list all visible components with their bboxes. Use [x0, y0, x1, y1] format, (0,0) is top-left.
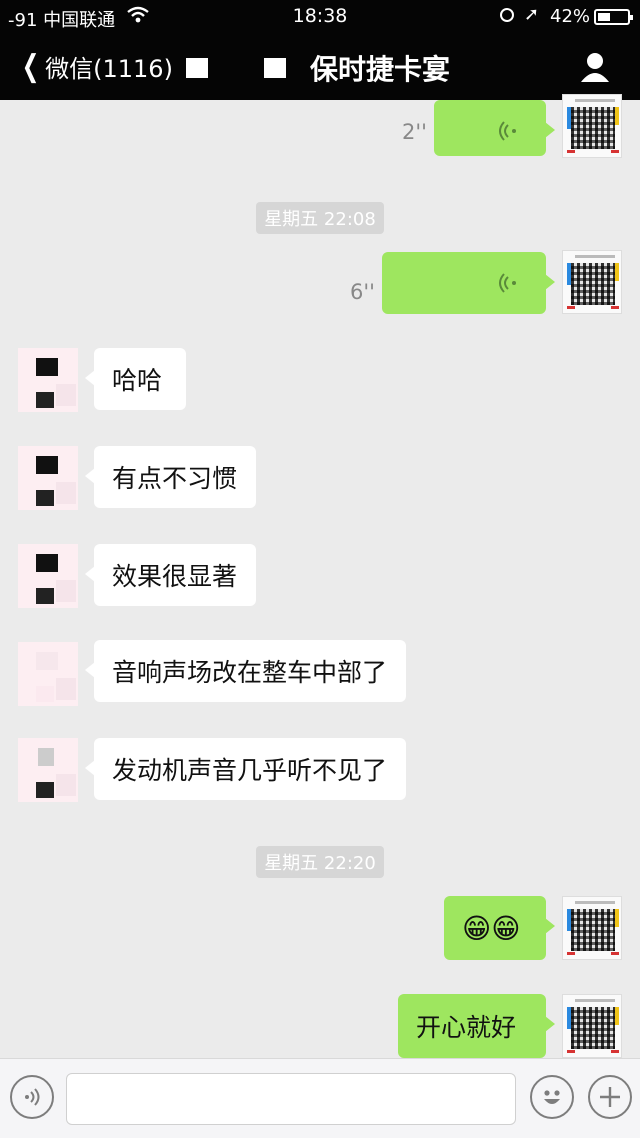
message-text: 哈哈	[112, 366, 163, 395]
contact-avatar[interactable]	[18, 446, 78, 510]
contact-avatar[interactable]	[18, 642, 78, 706]
chat-title: 保时捷卡宴	[310, 53, 451, 86]
redacted-block	[264, 58, 286, 78]
message-text: 音响声场改在整车中部了	[112, 658, 388, 687]
message-text: 开心就好	[416, 1013, 517, 1042]
my-avatar[interactable]	[562, 94, 622, 158]
voice-message-bubble[interactable]	[434, 100, 555, 156]
status-bar: -91 中国联通 18:38 ➚ 42%	[0, 0, 640, 34]
contact-info-icon[interactable]	[578, 50, 612, 84]
contact-avatar[interactable]	[18, 544, 78, 608]
voice-mode-icon	[25, 1088, 40, 1106]
input-bar	[0, 1058, 640, 1138]
timestamp-label: 星期五 22:08	[256, 202, 384, 234]
plus-icon	[600, 1087, 620, 1107]
more-button[interactable]	[588, 1075, 632, 1119]
grin-emoji-icon: 😁😁	[462, 911, 521, 945]
my-avatar[interactable]	[562, 250, 622, 314]
timestamp: 星期五 22:08	[0, 202, 640, 234]
message-input[interactable]	[66, 1073, 516, 1125]
message-text: 效果很显著	[112, 562, 238, 591]
back-label: 微信(1116)	[45, 54, 173, 83]
timestamp: 星期五 22:20	[0, 846, 640, 878]
contact-avatar[interactable]	[18, 348, 78, 412]
outgoing-message-bubble[interactable]: 开心就好	[398, 994, 555, 1058]
chevron-left-icon: ❮	[21, 48, 40, 84]
battery-fill	[598, 13, 610, 21]
voice-duration: 6''	[350, 280, 375, 304]
my-avatar[interactable]	[562, 896, 622, 960]
message-text: 发动机声音几乎听不见了	[112, 756, 388, 785]
emoji-icon	[544, 1090, 560, 1104]
voice-mode-button[interactable]	[10, 1075, 54, 1119]
lock-rotation-icon	[500, 8, 514, 22]
voice-wave-icon	[499, 273, 516, 293]
voice-message-bubble[interactable]	[382, 252, 555, 314]
battery-icon	[594, 9, 633, 25]
contact-avatar[interactable]	[18, 738, 78, 802]
timestamp-label: 星期五 22:20	[256, 846, 384, 878]
back-button[interactable]: ❮ 微信(1116)	[18, 48, 173, 84]
top-bar: -91 中国联通 18:38 ➚ 42% ❮ 微信(1116) 保时捷卡宴	[0, 0, 640, 100]
location-icon: ➚	[524, 4, 540, 25]
incoming-message-bubble[interactable]: 有点不习惯	[85, 446, 256, 508]
nav-bar: ❮ 微信(1116) 保时捷卡宴	[0, 34, 640, 100]
clock: 18:38	[292, 5, 348, 27]
voice-duration: 2''	[402, 120, 427, 144]
incoming-message-bubble[interactable]: 哈哈	[85, 348, 186, 410]
redacted-block	[186, 58, 208, 78]
battery-percent: 42%	[550, 6, 591, 27]
voice-wave-icon	[499, 121, 516, 141]
outgoing-message-bubble[interactable]: 😁😁	[444, 896, 555, 960]
chat-area[interactable]: 2'' 星期五 22:08 6'' 哈哈 有点不习惯 效果很显著 音响声场改在整…	[0, 94, 640, 1058]
incoming-message-bubble[interactable]: 发动机声音几乎听不见了	[85, 738, 406, 800]
incoming-message-bubble[interactable]: 效果很显著	[85, 544, 256, 606]
my-avatar[interactable]	[562, 994, 622, 1058]
incoming-message-bubble[interactable]: 音响声场改在整车中部了	[85, 640, 406, 702]
emoji-button[interactable]	[530, 1075, 574, 1119]
message-text: 有点不习惯	[112, 464, 238, 493]
